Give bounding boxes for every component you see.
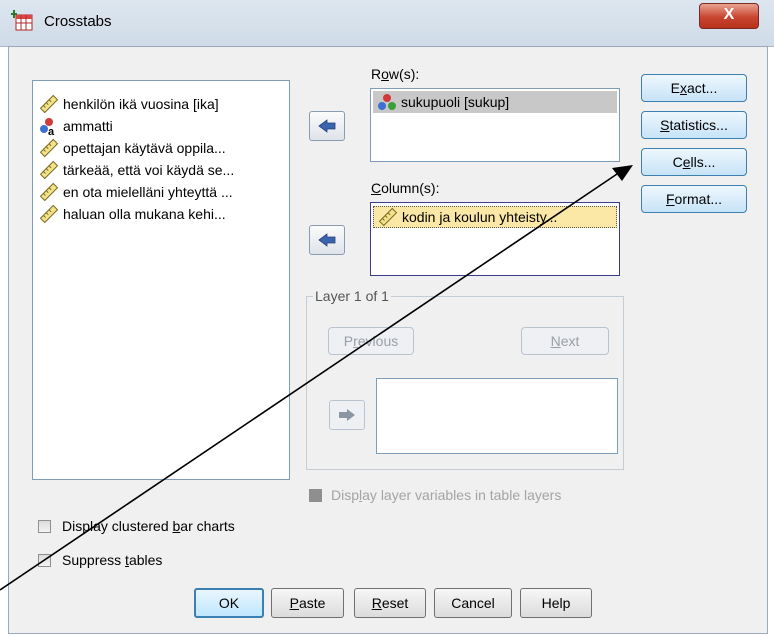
clustered-bar-label: Display clustered bar charts xyxy=(62,518,235,534)
arrow-right-disabled-icon xyxy=(339,409,355,421)
ok-button[interactable]: OK xyxy=(194,588,264,618)
scale-ruler-icon xyxy=(39,160,59,180)
variable-label: ammatti xyxy=(63,118,113,134)
scale-ruler-icon xyxy=(39,138,59,158)
rows-item-label: sukupuoli [sukup] xyxy=(401,94,510,110)
nominal-balls-icon: a xyxy=(40,118,55,136)
clustered-bar-checkbox[interactable] xyxy=(38,520,51,533)
variable-label: en ota mielelläni yhteyttä ... xyxy=(63,184,233,200)
paste-button[interactable]: Paste xyxy=(271,588,344,618)
nominal-balls-icon xyxy=(378,94,396,110)
arrow-right-icon xyxy=(318,233,336,247)
variable-item[interactable]: tärkeää, että voi käydä se... xyxy=(39,159,234,181)
rows-item[interactable]: sukupuoli [sukup] xyxy=(373,91,617,113)
display-layer-checkbox[interactable] xyxy=(309,489,322,502)
arrow-right-icon xyxy=(318,119,336,133)
move-to-rows-button[interactable] xyxy=(309,111,345,141)
columns-label: Column(s): xyxy=(371,180,440,196)
suppress-tables-label: Suppress tables xyxy=(62,552,163,568)
rows-list[interactable]: sukupuoli [sukup] xyxy=(370,88,620,162)
variable-item[interactable]: henkilön ikä vuosina [ika] xyxy=(39,93,219,115)
svg-text:a: a xyxy=(48,126,55,136)
layer-group-label: Layer 1 of 1 xyxy=(313,288,391,304)
scale-ruler-icon xyxy=(39,182,59,202)
suppress-tables-checkbox[interactable] xyxy=(38,554,51,567)
exact-button[interactable]: Ex act... xyxy=(641,74,747,102)
scale-ruler-icon xyxy=(39,204,59,224)
variable-label: opettajan käytävä oppila... xyxy=(63,140,226,156)
variable-item[interactable]: a ammatti xyxy=(39,115,113,137)
crosstabs-app-icon xyxy=(11,10,33,31)
layer-list[interactable] xyxy=(376,378,618,454)
move-to-layer-button[interactable] xyxy=(329,400,365,430)
variable-label: henkilön ikä vuosina [ika] xyxy=(63,96,219,112)
rows-label: Row(s): xyxy=(371,66,420,82)
window-title: Crosstabs xyxy=(44,13,112,30)
scale-ruler-icon xyxy=(39,94,59,114)
title-bar: Crosstabs X xyxy=(0,0,774,47)
close-icon: X xyxy=(723,6,735,23)
variable-item[interactable]: haluan olla mukana kehi... xyxy=(39,203,226,225)
help-button[interactable]: Help xyxy=(520,588,592,618)
variable-label: haluan olla mukana kehi... xyxy=(63,206,226,222)
variable-item[interactable]: opettajan käytävä oppila... xyxy=(39,137,226,159)
statistics-button[interactable]: Statistics... xyxy=(641,111,747,139)
close-button[interactable]: X xyxy=(699,3,759,29)
cancel-button[interactable]: Cancel xyxy=(434,588,512,618)
cells-button[interactable]: Ce lls... xyxy=(641,148,747,176)
display-layer-label: Display layer variables in table layers xyxy=(331,487,562,503)
columns-item[interactable]: kodin ja koulun yhteisty... xyxy=(373,206,617,228)
format-button[interactable]: Format... xyxy=(641,185,747,213)
columns-list[interactable]: kodin ja koulun yhteisty... xyxy=(370,202,620,276)
move-to-columns-button[interactable] xyxy=(309,225,345,255)
scale-ruler-icon xyxy=(378,207,398,227)
next-button[interactable]: Next xyxy=(521,327,609,355)
columns-item-label: kodin ja koulun yhteisty... xyxy=(402,209,558,225)
previous-button[interactable]: Pr evious xyxy=(328,327,414,355)
variable-label: tärkeää, että voi käydä se... xyxy=(63,162,235,178)
reset-button[interactable]: Reset xyxy=(354,588,426,618)
variable-item[interactable]: en ota mielelläni yhteyttä ... xyxy=(39,181,233,203)
variable-list[interactable]: henkilön ikä vuosina [ika] a ammatti ope… xyxy=(32,80,290,480)
